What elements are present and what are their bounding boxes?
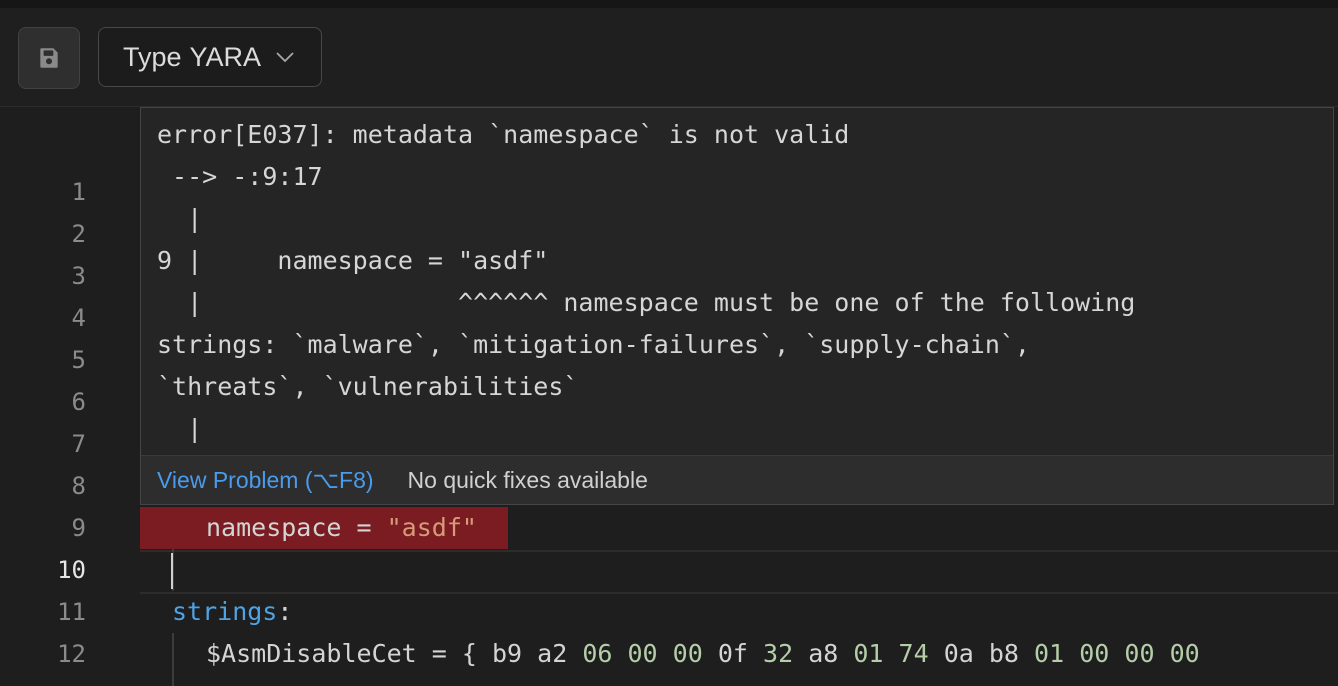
type-select[interactable]: Type YARA [98,27,322,87]
line-number: 11 [57,598,86,626]
hex-byte: 01 [853,639,884,668]
meta-key: namespace [206,513,342,542]
indent-guide [172,633,174,686]
hex-byte: b9 [491,639,523,668]
floppy-disk-icon [40,48,58,68]
line-number: 8 [71,472,86,500]
operator: = { [416,639,492,668]
line-number: 5 [71,346,86,374]
hex-byte: 00 [627,639,658,668]
hover-status-bar: View Problem (⌥F8) No quick fixes availa… [141,455,1333,504]
code-line-12: $AsmDisableCet = { b9 a2 06 00 00 0f 32 … [206,633,1200,675]
hex-byte: 00 [672,639,703,668]
hex-byte: 0f [717,639,748,668]
operator: = [341,513,387,542]
hex-byte: 00 [1079,639,1110,668]
line-number: 4 [71,304,86,332]
hex-byte: 0a [943,639,974,668]
colon: : [277,597,293,626]
current-line-highlight [140,550,1338,594]
hex-byte: b8 [988,639,1019,668]
quick-fix-status: No quick fixes available [407,466,648,493]
toolbar: Type YARA [0,8,1338,107]
hex-byte: a8 [808,639,839,668]
view-problem-link[interactable]: View Problem (⌥F8) [157,467,374,494]
hex-byte: 32 [763,639,794,668]
error-hover-popup: error[E037]: metadata `namespace` is not… [140,107,1334,505]
line-number: 2 [71,220,86,248]
hex-byte: 06 [582,639,613,668]
window-top-strip [0,0,1338,8]
line-number: 7 [71,430,86,458]
hex-byte: a2 [537,639,568,668]
type-label: Type [123,41,182,72]
line-number: 9 [71,514,86,542]
save-button[interactable] [18,27,80,89]
string-identifier: $AsmDisableCet [206,639,417,668]
line-number-active: 10 [57,556,86,584]
code-line-9: namespace = "asdf" [206,507,477,549]
chevron-down-icon [275,51,295,63]
hex-byte: 01 [1034,639,1065,668]
hex-byte: 00 [1169,639,1200,668]
error-message: error[E037]: metadata `namespace` is not… [157,120,1136,443]
string-value: "asdf" [386,513,477,542]
type-value: YARA [189,41,262,72]
line-number: 6 [71,388,86,416]
line-number-gutter: 1 2 3 4 5 6 7 8 9 10 11 12 [0,107,138,686]
strings-keyword: strings [172,597,278,626]
hex-byte: 00 [1124,639,1155,668]
line-number: 3 [71,262,86,290]
text-cursor [171,553,173,589]
line-number: 1 [71,178,86,206]
code-line-11: strings: [172,591,292,633]
line-number: 12 [57,640,86,668]
hex-byte: 74 [898,639,929,668]
